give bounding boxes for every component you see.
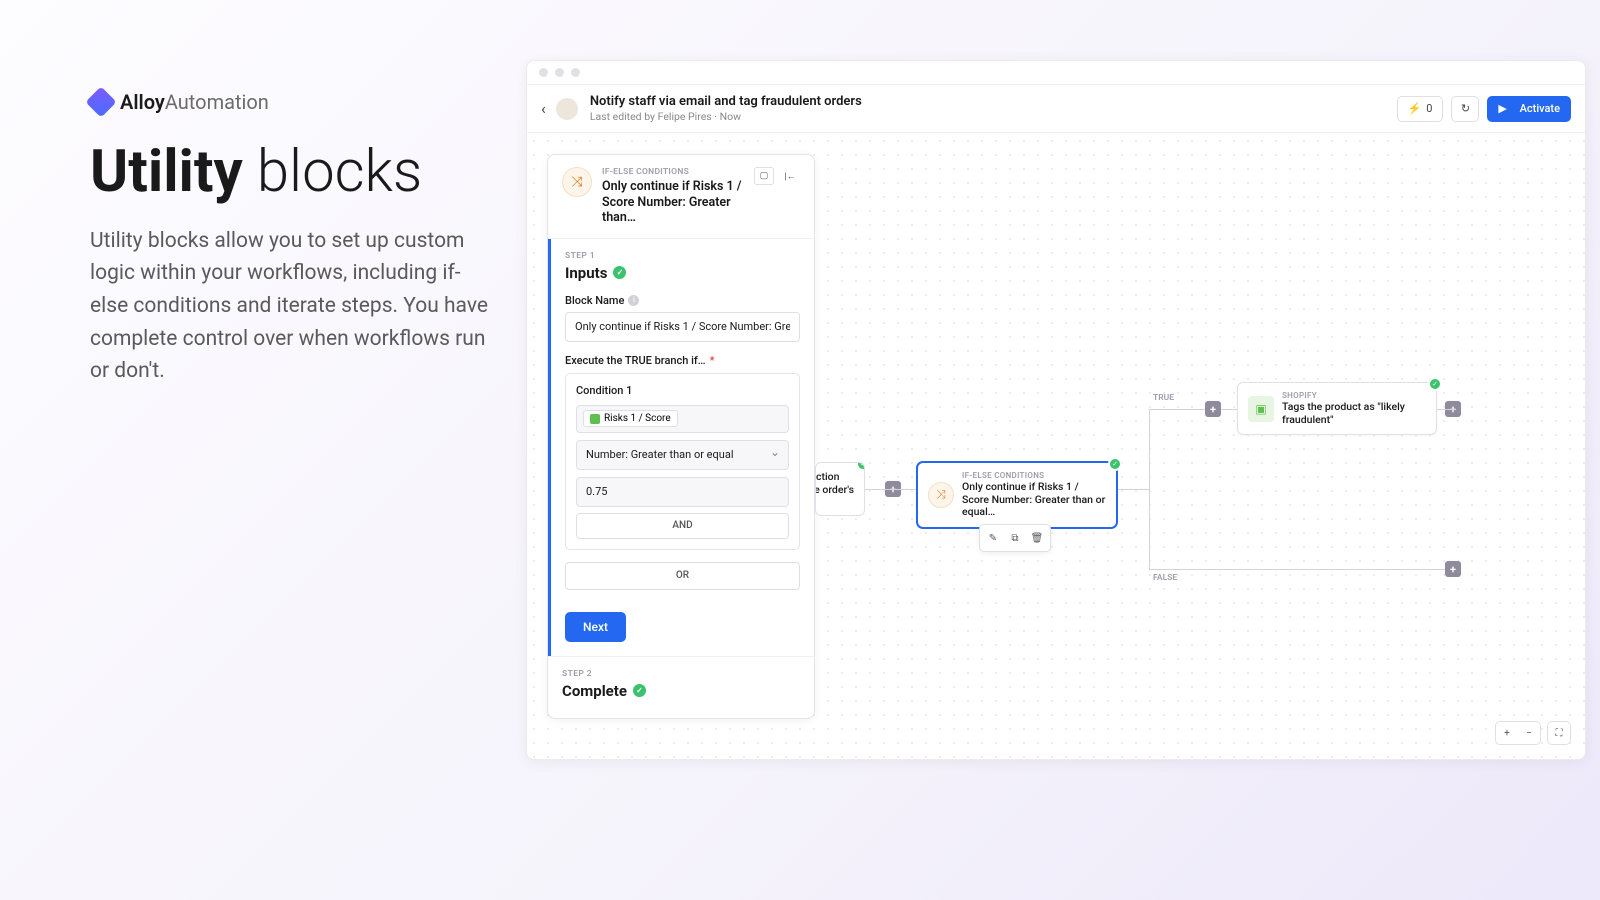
connector xyxy=(1149,569,1449,570)
node-toolbar: ✎ ⧉ 🗑 xyxy=(979,524,1051,552)
canvas-node-shopify[interactable]: ▣ SHOPIFY Tags the product as "likely fr… xyxy=(1237,382,1437,435)
workflow-title: Notify staff via email and tag fraudulen… xyxy=(590,94,862,110)
workflow-avatar-icon xyxy=(556,98,578,120)
check-icon: ✓ xyxy=(1428,377,1442,391)
headline: Utility blocks xyxy=(90,142,490,203)
bolt-icon: ⚡ xyxy=(1408,102,1422,115)
info-icon[interactable]: i xyxy=(628,295,639,306)
shopify-icon: ▣ xyxy=(1248,396,1274,422)
panel-type-label: IF-ELSE CONDITIONS xyxy=(602,167,744,177)
refresh-icon: ↻ xyxy=(1461,102,1470,115)
window-min-icon[interactable] xyxy=(555,68,564,77)
add-node-button[interactable]: + xyxy=(1205,401,1221,417)
condition-title: Condition 1 xyxy=(576,384,789,397)
operator-select[interactable]: Number: Greater than or equal xyxy=(576,440,789,470)
zoom-out-button[interactable]: − xyxy=(1518,722,1540,744)
next-button[interactable]: Next xyxy=(565,612,626,642)
back-button[interactable]: ‹ xyxy=(541,99,546,118)
play-icon: ▶ xyxy=(1498,102,1506,115)
block-name-input[interactable] xyxy=(565,312,800,342)
add-node-button[interactable]: + xyxy=(1445,561,1461,577)
delete-button[interactable]: 🗑 xyxy=(1027,528,1047,548)
and-button[interactable]: AND xyxy=(576,513,789,539)
node-text: Tags the product as "likely fraudulent" xyxy=(1282,401,1426,426)
refresh-button[interactable]: ↻ xyxy=(1451,96,1479,122)
condition-group: Condition 1 Risks 1 / Score Number: Grea… xyxy=(565,373,800,550)
node-type-label: IF-ELSE CONDITIONS xyxy=(962,471,1106,480)
expand-button[interactable]: ▢ xyxy=(754,167,774,185)
check-icon: ✓ xyxy=(1108,457,1122,471)
step-1-title: Inputs xyxy=(565,264,607,282)
canvas-node-condition[interactable]: ⤨ IF-ELSE CONDITIONS Only continue if Ri… xyxy=(917,462,1117,528)
counter-pill[interactable]: ⚡0 xyxy=(1397,96,1444,122)
window-close-icon[interactable] xyxy=(539,68,548,77)
block-name-label: Block Name xyxy=(565,294,624,307)
panel-title: Only continue if Risks 1 / Score Number:… xyxy=(602,179,744,226)
connector xyxy=(1437,409,1455,410)
node-text: Only continue if Risks 1 / Score Number:… xyxy=(962,481,1106,519)
zoom-in-button[interactable]: + xyxy=(1496,722,1518,744)
window-max-icon[interactable] xyxy=(571,68,580,77)
false-branch-label: FALSE xyxy=(1153,573,1177,583)
step-1: STEP 1 Inputs ✓ Block Name i Execute the T… xyxy=(548,239,814,656)
connector xyxy=(1149,409,1237,410)
copy-button[interactable]: ⧉ xyxy=(1005,528,1025,548)
variable-input[interactable]: Risks 1 / Score xyxy=(576,405,789,433)
window-titlebar xyxy=(527,61,1585,85)
node-type-label: SHOPIFY xyxy=(1282,391,1426,400)
step-2-title: Complete xyxy=(562,682,627,700)
step-1-label: STEP 1 xyxy=(565,251,800,261)
logo-icon xyxy=(85,86,116,117)
execute-label: Execute the TRUE branch if… xyxy=(565,354,706,367)
step-2[interactable]: STEP 2 Complete ✓ xyxy=(548,656,814,718)
check-icon: ✓ xyxy=(633,684,646,697)
inspector-panel: ⤨ IF-ELSE CONDITIONS Only continue if Ri… xyxy=(547,154,815,719)
connector xyxy=(1149,409,1150,569)
zoom-controls: + − ⛶ xyxy=(1495,721,1571,745)
collapse-icon: |← xyxy=(784,171,795,182)
logo-brand: Alloy xyxy=(120,90,165,114)
collapse-button[interactable]: |← xyxy=(780,167,800,185)
fit-view-button[interactable]: ⛶ xyxy=(1548,722,1570,744)
condition-icon: ⤨ xyxy=(928,482,954,508)
workflow-subtitle: Last edited by Felipe Pires · Now xyxy=(590,110,862,123)
shopify-icon xyxy=(590,414,600,424)
logo-suffix: Automation xyxy=(165,90,269,114)
activate-button[interactable]: ▶ Activate xyxy=(1487,96,1571,122)
connector xyxy=(865,489,917,490)
connector xyxy=(1117,489,1149,490)
canvas-node-partial[interactable]: ction e order's… ✓ xyxy=(815,462,865,516)
play-outline-icon: ▢ xyxy=(760,171,769,181)
logo: AlloyAutomation xyxy=(90,90,490,114)
edit-button[interactable]: ✎ xyxy=(983,528,1003,548)
value-input[interactable] xyxy=(576,477,789,507)
check-icon: ✓ xyxy=(613,266,626,279)
true-branch-label: TRUE xyxy=(1153,393,1174,403)
variable-chip[interactable]: Risks 1 / Score xyxy=(583,410,678,427)
app-window: ‹ Notify staff via email and tag fraudul… xyxy=(526,60,1586,760)
description: Utility blocks allow you to set up custo… xyxy=(90,225,490,388)
workflow-canvas[interactable]: ⤨ IF-ELSE CONDITIONS Only continue if Ri… xyxy=(527,134,1585,759)
step-2-label: STEP 2 xyxy=(562,669,800,679)
or-button[interactable]: OR xyxy=(565,562,800,590)
check-icon: ✓ xyxy=(856,462,865,471)
condition-icon: ⤨ xyxy=(562,167,592,197)
topbar: ‹ Notify staff via email and tag fraudul… xyxy=(527,85,1585,133)
